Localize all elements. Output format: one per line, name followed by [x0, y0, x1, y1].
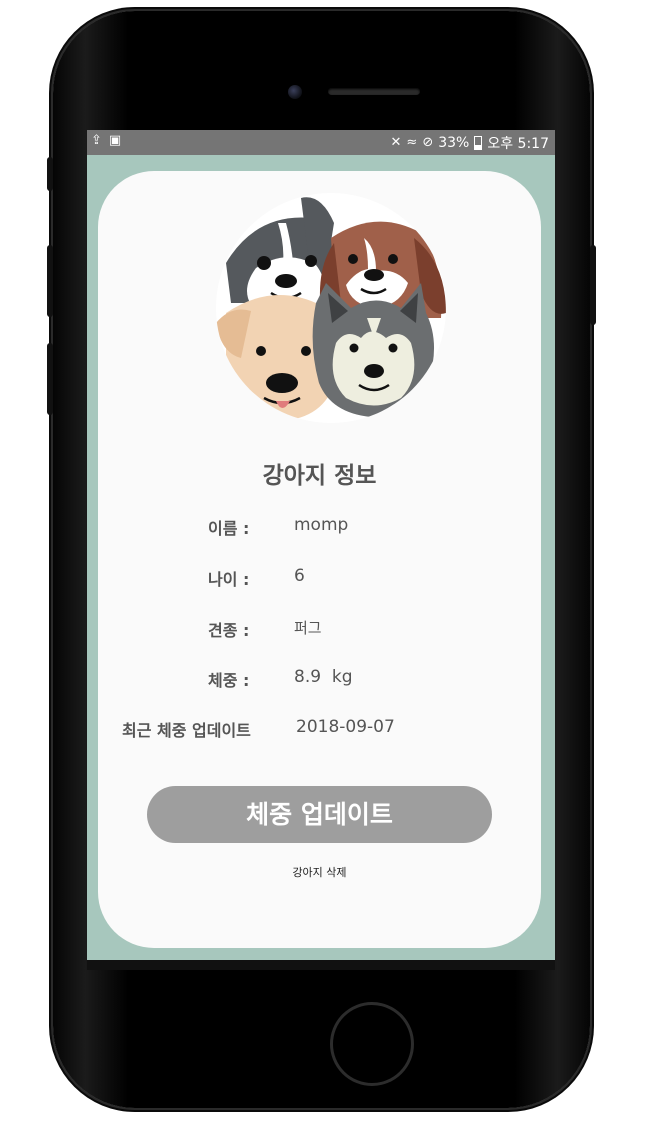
power-button[interactable] [590, 245, 596, 325]
breed-value: 퍼그 [294, 619, 322, 637]
dog-info-card: 강아지 정보 이름 : momp 나이 : 6 견종 : 퍼그 체중 : 8.9… [98, 171, 541, 948]
home-button[interactable] [330, 1002, 414, 1086]
dog-avatar [216, 193, 446, 423]
last-weight-update-label: 최근 체중 업데이트 [122, 721, 251, 740]
earpiece-speaker [328, 88, 420, 95]
app-screen: ⇪ ▣ ✕ ≈ ⊘ 33% 오후 5:17 강아지 정보 이름: momp 나… [87, 130, 555, 960]
blocked-icon: ⊘ [422, 135, 434, 150]
volume-down-button[interactable] [47, 343, 53, 415]
breed-label: 견종 : [208, 621, 250, 640]
upload-icon: ⇪ [91, 133, 102, 148]
volume-up-button[interactable] [47, 245, 53, 317]
gray-husky [312, 283, 435, 417]
dogs-illustration-icon [216, 197, 446, 421]
weight-value: 8.9 kg [294, 667, 353, 687]
weight-label: 체중 : [208, 671, 250, 690]
clock: 오후 5:17 [487, 136, 549, 152]
page-title: 강아지 정보 [262, 463, 377, 489]
front-camera [288, 85, 302, 99]
screen-bottom-edge [87, 960, 555, 970]
age-value: 6 [294, 566, 305, 586]
name-value: momp [294, 515, 349, 535]
mute-icon: ✕ [390, 135, 402, 150]
delete-dog-link[interactable]: 강아지 삭제 [98, 864, 541, 880]
last-weight-update-value: 2018-09-07 [296, 717, 395, 737]
battery-icon [474, 136, 483, 150]
silent-switch[interactable] [47, 157, 53, 191]
wifi-icon: ≈ [406, 135, 418, 150]
update-weight-button[interactable]: 체중 업데이트 [147, 786, 492, 843]
age-label: 나이 : [208, 570, 250, 589]
status-bar: ⇪ ▣ ✕ ≈ ⊘ 33% 오후 5:17 [87, 130, 555, 155]
name-label: 이름 : [208, 519, 250, 538]
image-icon: ▣ [108, 133, 122, 148]
battery-percent: 33% [438, 135, 470, 151]
